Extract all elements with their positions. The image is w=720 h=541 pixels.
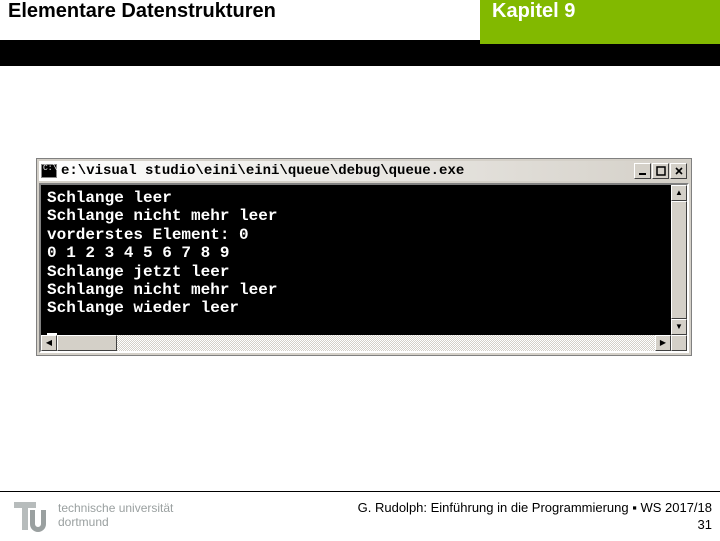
scrollbar-corner (671, 335, 687, 351)
maximize-button[interactable] (652, 163, 669, 179)
arrow-right-icon: ▶ (660, 339, 666, 347)
chapter-text: Kapitel 9 (492, 0, 575, 23)
slide-header: Elementare Datenstrukturen Kapitel 9 (0, 0, 720, 44)
university-logo: technische universität dortmund (10, 496, 173, 536)
header-topic: Elementare Datenstrukturen (0, 0, 480, 44)
scroll-left-button[interactable]: ◀ (41, 335, 57, 351)
terminal-body: Schlange leer Schlange nicht mehr leer v… (39, 183, 689, 353)
topic-text: Elementare Datenstrukturen (8, 0, 276, 23)
hscroll-thumb[interactable] (57, 335, 117, 351)
vscroll-thumb[interactable] (671, 201, 687, 319)
minimize-button[interactable] (634, 163, 651, 179)
close-button[interactable] (670, 163, 687, 179)
horizontal-scrollbar[interactable]: ◀ ▶ (41, 335, 687, 351)
arrow-down-icon: ▼ (675, 323, 683, 331)
scroll-right-button[interactable]: ▶ (655, 335, 671, 351)
console-window: e:\visual studio\eini\eini\queue\debug\q… (36, 158, 692, 356)
page-number: 31 (358, 516, 712, 534)
footer-credit: G. Rudolph: Einführung in die Programmie… (358, 499, 712, 517)
window-buttons (634, 163, 687, 179)
header-underline (0, 44, 720, 66)
scroll-up-button[interactable]: ▲ (671, 185, 687, 201)
hscroll-track[interactable] (57, 335, 655, 351)
vertical-scrollbar[interactable]: ▲ ▼ (671, 185, 687, 335)
footer-divider (0, 491, 720, 492)
vscroll-track[interactable] (671, 201, 687, 319)
header-chapter: Kapitel 9 (480, 0, 720, 44)
window-title: e:\visual studio\eini\eini\queue\debug\q… (61, 163, 630, 179)
logo-text: technische universität dortmund (58, 502, 173, 530)
tu-logo-icon (10, 496, 50, 536)
arrow-up-icon: ▲ (675, 189, 683, 197)
logo-line1: technische universität (58, 502, 173, 516)
terminal-output: Schlange leer Schlange nicht mehr leer v… (41, 185, 671, 335)
logo-line2: dortmund (58, 516, 173, 530)
scroll-down-button[interactable]: ▼ (671, 319, 687, 335)
cmd-icon (41, 164, 57, 178)
titlebar: e:\visual studio\eini\eini\queue\debug\q… (39, 161, 689, 181)
arrow-left-icon: ◀ (46, 339, 52, 347)
slide-footer: G. Rudolph: Einführung in die Programmie… (358, 499, 712, 534)
